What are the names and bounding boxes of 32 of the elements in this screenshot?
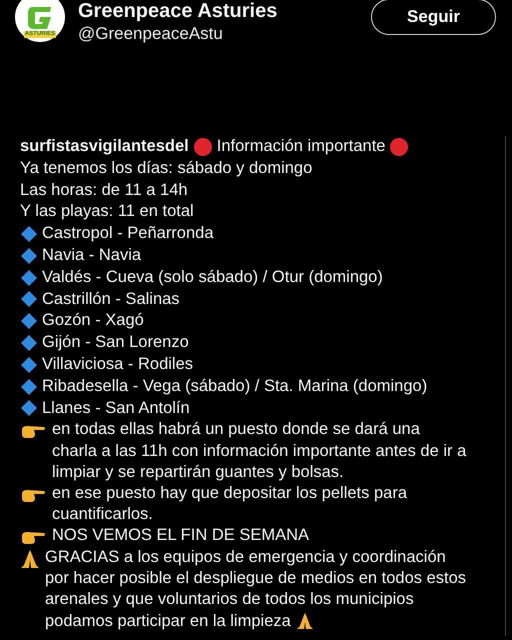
post-text: Información importante [216,136,386,157]
post-text: en todas ellas habrá un puesto donde se dará una charla a las 11h con información importante antes de ir a limpiar y se repartirán guantes y bolsas. [52,419,466,483]
username: surfistasvigilantesdel [20,136,189,157]
circle-icon [192,136,213,157]
post-text: Las horas: de 11 a 14h [20,180,188,201]
post-text: Valdés - Cueva (solo sábado) / Otur (domingo) [42,266,383,288]
post-text: NOS VEMOS EL FIN DE SEMANA [52,525,310,546]
diamond-icon [20,312,38,330]
diamond-icon [20,268,38,287]
post-text: Llanes - San Antolín [42,398,190,419]
diamond-icon [20,246,38,265]
post-text: GRACIAS a los equipos de emergencia y coordinación por hacer posible el despliegue de medios en todos estos arenales y que voluntarios de todos los municipios podamos participar en la limpieza [45,546,466,632]
diamond-icon [20,399,38,418]
diamond-icon [20,378,38,396]
diamond-icon [20,290,38,308]
follow-button[interactable]: Seguir [371,0,496,35]
diamond-icon [20,334,38,352]
account-handle: @GreenpeaceAstu [78,23,224,45]
post-text: Navia - Navia [42,244,142,266]
diamond-icon [20,356,38,374]
post-text: en ese puesto hay que depositar los pellets para cuantificarlos. [52,482,407,526]
post-text: Castropol - Peñarronda [42,223,214,244]
post-text: Villaviciosa - Rodiles [42,354,194,375]
post-text: Gozón - Xagó [42,310,144,332]
post-text: Castrillón - Salinas [42,288,180,310]
circle-icon [389,136,410,157]
diamond-icon [20,225,38,244]
post-text: Y las playas: 11 en total [20,201,194,222]
post-text: Ribadesella - Vega (sábado) / Sta. Marina (domingo) [42,376,428,397]
account-name: Greenpeace Asturies [78,0,278,22]
post-text: Gijón - San Lorenzo [42,332,189,354]
post-text: Ya tenemos los días: sábado y domingo [20,158,312,179]
